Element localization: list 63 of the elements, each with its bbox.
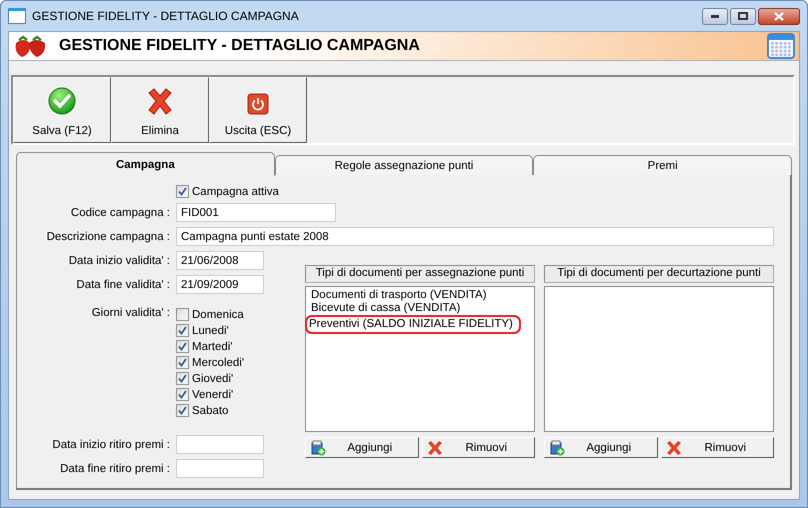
add-document-icon (310, 440, 326, 456)
close-icon (774, 12, 784, 20)
add-button[interactable]: Aggiungi (305, 437, 418, 458)
checkbox-label: Campagna attiva (192, 186, 279, 198)
checkbox[interactable] (176, 185, 189, 198)
tab[interactable]: Campagna (16, 152, 275, 176)
x-icon (426, 440, 442, 456)
checkbox[interactable] (176, 308, 189, 321)
maximize-icon (738, 12, 748, 20)
minimize-button[interactable] (702, 8, 728, 24)
list-item[interactable]: Bicevute di cassa (VENDITA) (309, 302, 462, 315)
window-title: GESTIONE FIDELITY - DETTAGLIO CAMPAGNA (32, 9, 300, 23)
remove-button[interactable]: Rimuovi (422, 437, 535, 458)
field-label: Codice campagna : (70, 206, 170, 218)
list-box[interactable]: Documenti di trasporto (VENDITA) Bicevute di cassa (VENDITA) Preventivi (SALDO INIZIALE FIDELITY) (305, 286, 535, 432)
checkbox[interactable] (176, 324, 189, 337)
checkmark-icon (48, 87, 76, 115)
date-field[interactable]: 21/06/2008 (176, 251, 264, 270)
toolbar-button[interactable]: Uscita (ESC) (209, 77, 307, 143)
toolbar-button[interactable]: Elimina (111, 77, 209, 143)
checkbox[interactable] (176, 356, 189, 369)
field-label: Giorni validita' : (90, 307, 170, 319)
checkbox[interactable] (176, 388, 189, 401)
field-label: Descrizione campagna : (46, 230, 170, 242)
checkbox-label: Lunedi' (192, 324, 229, 336)
list-item[interactable]: Preventivi (SALDO INIZIALE FIDELITY) (305, 315, 521, 334)
tab[interactable]: Regole assegnazione punti (274, 155, 534, 175)
close-button[interactable] (758, 8, 800, 24)
date-field[interactable] (176, 459, 264, 478)
list-header: Tipi di documenti per assegnazione punti (305, 265, 535, 283)
field-label: Data inizio ritiro premi : (51, 438, 170, 450)
field-label: Data fine validita' : (75, 278, 170, 290)
window-icon (8, 8, 26, 24)
x-icon (146, 87, 174, 115)
add-button[interactable]: Aggiungi (544, 437, 658, 458)
page-title: GESTIONE FIDELITY - DETTAGLIO CAMPAGNA (59, 37, 421, 55)
checkbox[interactable] (176, 404, 189, 417)
minimize-icon (711, 14, 719, 18)
list-header: Tipi di documenti per decurtazione punti (544, 265, 774, 283)
field-label: Data inizio validita' : (68, 254, 170, 266)
checkbox-label: Martedi' (192, 340, 233, 352)
checkbox-label: Domenica (192, 308, 244, 320)
input-field[interactable]: Campagna punti estate 2008 (176, 227, 774, 246)
checkbox[interactable] (176, 340, 189, 353)
checkbox-label: Venerdi' (192, 388, 234, 400)
add-document-icon (549, 440, 565, 456)
list-box[interactable] (544, 286, 774, 432)
checkbox[interactable] (176, 372, 189, 385)
maximize-button[interactable] (730, 8, 756, 24)
toolbar-button[interactable]: Salva (F12) (13, 77, 111, 143)
date-field[interactable]: 21/09/2009 (176, 275, 264, 294)
checkbox-label: Giovedi' (192, 372, 234, 384)
input-field[interactable]: FID001 (176, 203, 336, 222)
checkbox-label: Mercoledi' (192, 356, 244, 368)
calendar-icon (767, 33, 795, 59)
list-item[interactable]: Documenti di trasporto (VENDITA) (309, 289, 489, 302)
checkbox-label: Sabato (192, 404, 228, 416)
date-field[interactable] (176, 435, 264, 454)
power-icon (247, 93, 269, 115)
remove-button[interactable]: Rimuovi (660, 437, 774, 458)
tab[interactable]: Premi (533, 155, 792, 175)
field-label: Data fine ritiro premi : (59, 462, 170, 474)
x-icon (666, 440, 682, 456)
